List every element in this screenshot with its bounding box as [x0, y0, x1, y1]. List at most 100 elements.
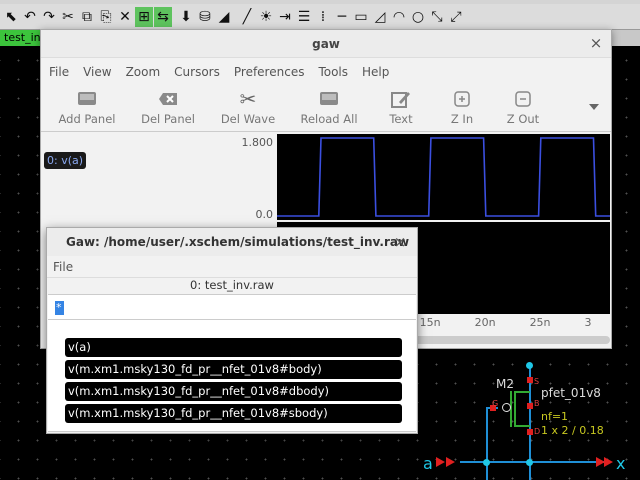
dialog-titlebar[interactable]: Gaw: /home/user/.xschem/simulations/test… [47, 228, 417, 256]
zoom-out-icon [515, 89, 531, 109]
arc-icon[interactable]: ◠ [390, 7, 408, 27]
gaw-toolbar: Add Panel Del Panel ✂ Del Wave Reload Al… [41, 86, 611, 132]
node-out [526, 459, 533, 466]
signal-item-body[interactable]: v(m.xm1.msky130_fd_pr__nfet_01v8#body) [65, 360, 402, 379]
waveform-va [263, 137, 640, 217]
gaw-titlebar[interactable]: gaw × [41, 30, 611, 58]
indent-icon[interactable]: ⇥ [276, 7, 294, 27]
toolbar-overflow-icon[interactable] [589, 104, 599, 110]
zoom-in-button[interactable]: Z In [437, 86, 487, 132]
menu-file[interactable]: File [49, 65, 69, 79]
signal-filter-input[interactable]: * [48, 294, 416, 320]
undo-icon[interactable]: ↶ [21, 7, 39, 27]
menu-help[interactable]: Help [362, 65, 389, 79]
scissors-icon: ✂ [239, 87, 257, 111]
gaw-menubar: File View Zoom Cursors Preferences Tools… [41, 58, 611, 86]
wire-gate [486, 407, 488, 480]
zoom-out-label: Z Out [506, 112, 540, 126]
menu-zoom[interactable]: Zoom [126, 65, 161, 79]
del-wave-label: Del Wave [220, 112, 276, 126]
wire-icon[interactable]: ─ [333, 7, 351, 27]
netlist-icon[interactable]: ⛁ [196, 7, 214, 27]
swap-icon[interactable]: ⇆ [154, 6, 172, 27]
gaw-title: gaw [312, 37, 340, 51]
gaw-close-icon[interactable]: × [587, 34, 605, 52]
poly-icon[interactable]: ◿ [371, 7, 389, 27]
redo-icon[interactable]: ↷ [40, 7, 58, 27]
open-icon[interactable]: ⊞ [135, 6, 153, 27]
pfet-drain-leg [514, 425, 530, 427]
add-panel-label: Add Panel [58, 112, 116, 126]
y-tick-max: 1.800 [241, 136, 274, 149]
x-tick-30n: 3 [584, 316, 592, 329]
dialog-close-icon[interactable]: × [391, 233, 409, 251]
waveform-svg [263, 137, 640, 217]
schematic-pfet: S B G D M2 pfet_01v8 nf=1 1 x 2 / 0.18 a… [410, 355, 640, 480]
add-panel-button[interactable]: Add Panel [41, 86, 133, 132]
arrow-up-icon[interactable]: ⬉ [2, 7, 20, 27]
pin-label-g: G [492, 399, 499, 408]
zoom-fit-icon[interactable]: ⤡ [428, 7, 446, 27]
reload-icon [319, 89, 339, 109]
rect-icon[interactable]: ▭ [352, 7, 370, 27]
pfet-source-leg [514, 391, 530, 393]
list-icon[interactable]: ☰ [295, 7, 313, 27]
menu-cursors[interactable]: Cursors [174, 65, 220, 79]
signal-item-dbody[interactable]: v(m.xm1.msky130_fd_pr__nfet_01v8#dbody) [65, 382, 402, 401]
waves-icon[interactable]: ╱ [238, 7, 256, 27]
paste-icon[interactable]: ⎘ [97, 7, 115, 27]
reload-all-button[interactable]: Reload All [293, 86, 365, 132]
xschem-toolbar: ⬉ ↶ ↷ ✂ ⧉ ⎘ ✕ ⊞ ⇆ ⬇ ⛁ ◢ ╱ ☀ ⇥ ☰ ⁞ ─ ▭ ◿ … [0, 4, 640, 30]
delete-icon[interactable]: ✕ [116, 7, 134, 27]
text-button[interactable]: Text [365, 86, 437, 132]
pin-label-b: B [534, 399, 540, 408]
instance-name: M2 [496, 377, 514, 391]
pin-s [527, 377, 533, 383]
cut-icon[interactable]: ✂ [59, 7, 77, 27]
save-icon[interactable]: ⬇ [177, 7, 195, 27]
menu-view[interactable]: View [83, 65, 111, 79]
signal-list: v(a) v(m.xm1.msky130_fd_pr__nfet_01v8#bo… [48, 320, 416, 432]
circle-icon[interactable]: ○ [409, 7, 427, 27]
pin-b [527, 403, 533, 409]
gaw-file-dialog: Gaw: /home/user/.xschem/simulations/test… [46, 227, 418, 434]
pin-label-s: S [534, 377, 540, 386]
zoom-out-icon[interactable]: ⤢ [447, 7, 465, 27]
x-tick-20n: 20n [474, 316, 496, 329]
dialog-menu-file[interactable]: File [53, 260, 73, 274]
port-a-arrow [436, 457, 445, 467]
zoom-out-button[interactable]: Z Out [487, 86, 559, 132]
menu-tools[interactable]: Tools [318, 65, 348, 79]
port-a-arrow-2 [446, 457, 455, 467]
simulate-icon[interactable]: ◢ [215, 7, 233, 27]
zoom-in-icon [454, 89, 470, 109]
signal-item-va[interactable]: v(a) [65, 338, 402, 357]
copy-icon[interactable]: ⧉ [78, 7, 96, 27]
del-panel-icon [158, 89, 178, 109]
brightness-icon[interactable]: ☀ [257, 7, 275, 27]
port-x-label: x [616, 454, 626, 473]
dialog-menubar: File [47, 256, 417, 278]
signal-item-sbody[interactable]: v(m.xm1.msky130_fd_pr__nfet_01v8#sbody) [65, 404, 402, 423]
y-tick-min: 0.0 [255, 208, 274, 221]
pfet-channel [514, 391, 516, 427]
zoom-in-label: Z In [450, 112, 474, 126]
text-label: Text [389, 112, 413, 126]
wave-canvas-panel-1[interactable] [263, 134, 640, 220]
del-wave-button[interactable]: ✂ Del Wave [203, 86, 293, 132]
pin-d [527, 429, 533, 435]
node-gate [483, 459, 490, 466]
wave-button-va[interactable]: 0: v(a) [44, 152, 87, 169]
x-tick-25n: 25n [529, 316, 551, 329]
del-panel-button[interactable]: Del Panel [133, 86, 203, 132]
port-a-label: a [423, 454, 433, 473]
node-vdd [526, 362, 533, 369]
menu-preferences[interactable]: Preferences [234, 65, 305, 79]
pfet-gate-bubble [502, 403, 511, 412]
x-tick-15n: 15n [419, 316, 441, 329]
pin-label-d: D [534, 427, 541, 436]
reload-all-label: Reload All [300, 112, 358, 126]
param-size: 1 x 2 / 0.18 [541, 424, 604, 437]
del-panel-label: Del Panel [141, 112, 195, 126]
line-icon[interactable]: ⁞ [314, 7, 332, 27]
